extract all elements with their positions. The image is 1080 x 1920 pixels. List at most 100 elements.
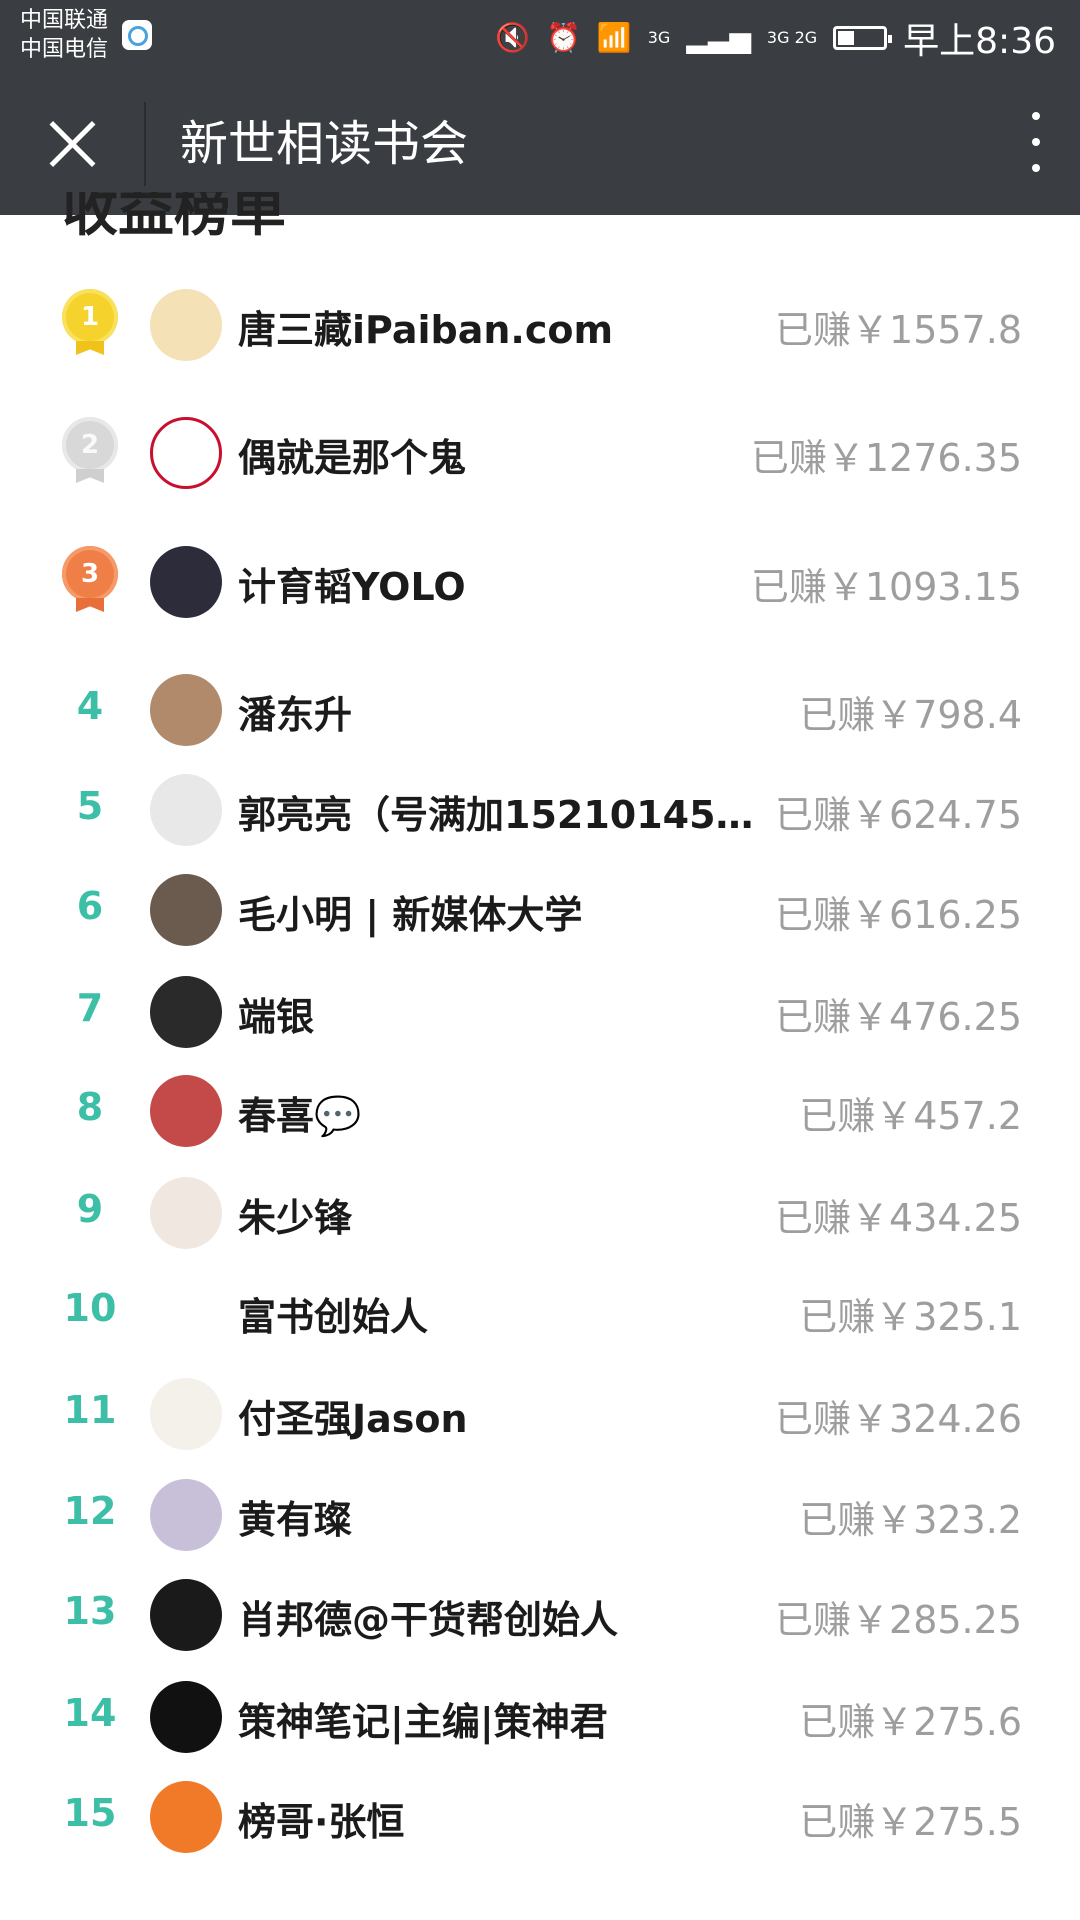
user-name: 黄有璨 [238,1498,353,1542]
avatar[interactable] [150,1177,222,1249]
earned-prefix: 已赚￥ [775,1196,890,1240]
earned-amount: 已赚￥616.25 [775,884,1022,939]
leaderboard-row[interactable]: 7 端银 已赚￥476.25 [0,962,1080,1062]
user-name: 郭亮亮（号满加152101450... [238,793,758,837]
gold-medal-icon: 1 [62,289,118,345]
earned-amount: 已赚￥324.26 [775,1388,1022,1443]
earned-value: 324.26 [889,1397,1022,1441]
rank-number: 15 [63,1791,117,1835]
earned-value: 798.4 [913,693,1022,737]
earned-value: 457.2 [913,1094,1022,1138]
rank-number: 14 [63,1691,117,1735]
avatar[interactable] [150,1378,222,1450]
avatar[interactable] [150,1276,222,1348]
leaderboard-row[interactable]: 9 朱少锋 已赚￥434.25 [0,1163,1080,1263]
earned-prefix: 已赚￥ [750,565,865,609]
more-options-button[interactable] [1020,112,1050,176]
earned-amount: 已赚￥285.25 [775,1589,1022,1644]
leaderboard-row[interactable]: 13 肖邦德@干货帮创始人 已赚￥285.25 [0,1565,1080,1665]
earned-prefix: 已赚￥ [799,1295,914,1339]
rank-number: 6 [76,884,104,928]
dot-icon [1032,112,1040,120]
leaderboard-row[interactable]: 1 唐三藏iPaiban.com 已赚￥1557.8 [0,275,1080,375]
earned-prefix: 已赚￥ [775,995,890,1039]
earned-prefix: 已赚￥ [799,1700,914,1744]
avatar[interactable] [150,674,222,746]
dot-icon [1032,164,1040,172]
earned-prefix: 已赚￥ [775,893,890,937]
user-name: 策神笔记|主编|策神君 [238,1700,608,1744]
earned-value: 275.5 [913,1800,1022,1844]
earned-amount: 已赚￥434.25 [775,1187,1022,1242]
earned-value: 616.25 [889,893,1022,937]
dot-icon [1032,138,1040,146]
leaderboard-row[interactable]: 4 潘东升 已赚￥798.4 [0,660,1080,760]
close-button[interactable] [40,112,104,176]
earned-value: 275.6 [913,1700,1022,1744]
earned-prefix: 已赚￥ [775,1598,890,1642]
carrier-1: 中国联通 [20,8,109,33]
earned-prefix: 已赚￥ [775,793,890,837]
earned-prefix: 已赚￥ [799,1094,914,1138]
user-name: 付圣强Jason [238,1397,468,1441]
signal-icon: ▂▃▅ [686,21,751,54]
avatar[interactable] [150,417,222,489]
avatar[interactable] [150,546,222,618]
user-name: 春喜💬 [238,1094,362,1138]
rank-number: 10 [63,1286,117,1330]
network-2-label: 3G 2G [766,28,818,47]
leaderboard-row[interactable]: 2 偶就是那个鬼 已赚￥1276.35 [0,403,1080,503]
rank-number: 7 [76,986,104,1030]
leaderboard-row[interactable]: 3 计育韬YOLO 已赚￥1093.15 [0,532,1080,632]
wifi-icon: 📶 [596,21,632,54]
user-name: 朱少锋 [238,1196,353,1240]
earned-value: 1276.35 [864,436,1022,480]
leaderboard-row[interactable]: 5 郭亮亮（号满加152101450... 已赚￥624.75 [0,760,1080,860]
user-name: 偶就是那个鬼 [238,436,467,480]
avatar[interactable] [150,976,222,1048]
leaderboard-row[interactable]: 10 富书创始人 已赚￥325.1 [0,1262,1080,1362]
avatar[interactable] [150,774,222,846]
rank-number: 9 [76,1187,104,1231]
earned-value: 323.2 [913,1498,1022,1542]
app-notification-icon [122,20,152,50]
avatar[interactable] [150,874,222,946]
avatar[interactable] [150,1781,222,1853]
clock: 早上8:36 [903,21,1056,62]
earned-value: 1557.8 [889,308,1022,352]
page-title: 新世相读书会 [180,116,469,172]
earned-amount: 已赚￥624.75 [775,784,1022,839]
silver-medal-icon: 2 [62,417,118,473]
user-name: 毛小明 | 新媒体大学 [238,893,583,937]
carrier-2: 中国电信 [20,37,109,62]
rank-number: 5 [76,784,104,828]
earned-amount: 已赚￥275.6 [799,1691,1022,1746]
earned-prefix: 已赚￥ [775,308,890,352]
user-name: 计育韬YOLO [238,565,466,609]
avatar[interactable] [150,1579,222,1651]
alarm-icon: ⏰ [545,21,581,54]
leaderboard-row[interactable]: 8 春喜💬 已赚￥457.2 [0,1061,1080,1161]
section-title: 收益榜单 [62,192,286,242]
leaderboard-row[interactable]: 14 策神笔记|主编|策神君 已赚￥275.6 [0,1667,1080,1767]
earned-value: 325.1 [913,1295,1022,1339]
earned-value: 476.25 [889,995,1022,1039]
earned-amount: 已赚￥1276.35 [751,427,1022,482]
leaderboard-row[interactable]: 12 黄有璨 已赚￥323.2 [0,1465,1080,1565]
avatar[interactable] [150,289,222,361]
earned-amount: 已赚￥275.5 [799,1791,1022,1846]
earned-value: 1093.15 [864,565,1022,609]
earned-amount: 已赚￥325.1 [799,1286,1022,1341]
earned-amount: 已赚￥1093.15 [751,556,1022,611]
leaderboard-row[interactable]: 15 榜哥·张恒 已赚￥275.5 [0,1767,1080,1867]
divider [144,102,146,186]
avatar[interactable] [150,1479,222,1551]
rank-number: 8 [76,1085,104,1129]
leaderboard-row[interactable]: 11 付圣强Jason 已赚￥324.26 [0,1364,1080,1464]
avatar[interactable] [150,1681,222,1753]
avatar[interactable] [150,1075,222,1147]
earned-amount: 已赚￥323.2 [799,1489,1022,1544]
earned-amount: 已赚￥1557.8 [775,299,1022,354]
earned-value: 285.25 [889,1598,1022,1642]
leaderboard-row[interactable]: 6 毛小明 | 新媒体大学 已赚￥616.25 [0,860,1080,960]
